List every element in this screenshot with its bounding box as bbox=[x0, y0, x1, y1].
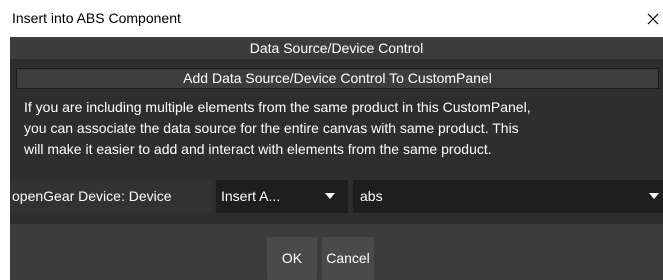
device-label: openGear Device: Device bbox=[10, 180, 212, 213]
section-title: Data Source/Device Control bbox=[10, 37, 663, 59]
dialog-content: Data Source/Device Control Add Data Sour… bbox=[10, 37, 663, 280]
button-bar: OK Cancel bbox=[10, 224, 663, 280]
chevron-down-icon bbox=[325, 193, 335, 199]
data-source-select[interactable]: Insert A... bbox=[216, 180, 348, 213]
description-text: If you are including multiple elements f… bbox=[24, 99, 531, 157]
ok-button[interactable]: OK bbox=[267, 237, 317, 280]
data-source-select-value: Insert A... bbox=[221, 188, 281, 204]
close-icon bbox=[647, 13, 659, 25]
title-bar: Insert into ABS Component bbox=[0, 0, 663, 37]
cancel-button[interactable]: Cancel bbox=[322, 237, 374, 280]
window-title: Insert into ABS Component bbox=[12, 10, 181, 26]
close-button[interactable] bbox=[643, 3, 663, 33]
subheader: Add Data Source/Device Control To Custom… bbox=[16, 68, 659, 89]
device-select-value: abs bbox=[360, 188, 383, 204]
chevron-down-icon bbox=[649, 193, 659, 199]
insert-dialog-window: Insert into ABS Component Data Source/De… bbox=[0, 0, 663, 280]
device-select[interactable]: abs bbox=[353, 180, 663, 213]
device-row: openGear Device: Device Insert A... abs bbox=[10, 180, 663, 213]
